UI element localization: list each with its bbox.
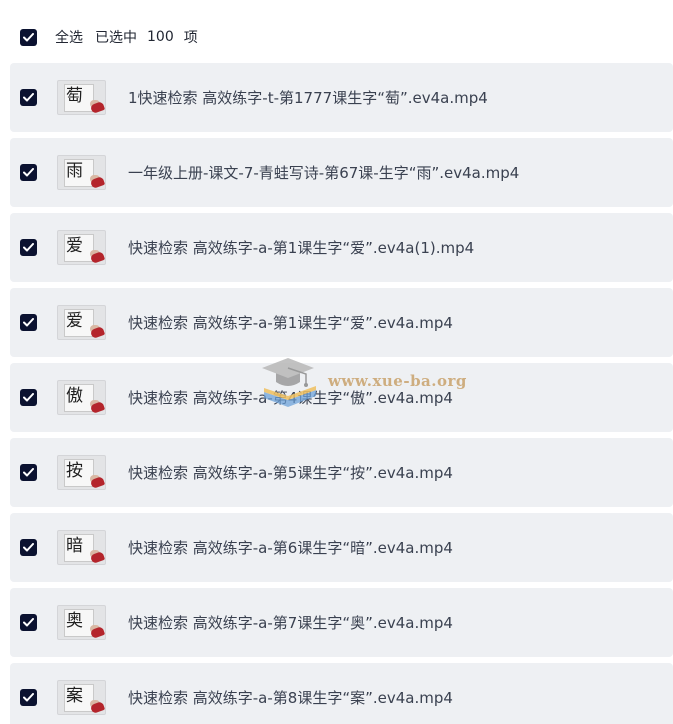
selected-prefix: 已选中 bbox=[95, 30, 137, 46]
file-checkbox[interactable] bbox=[20, 614, 37, 631]
file-checkbox[interactable] bbox=[20, 689, 37, 706]
checkmark-icon bbox=[23, 618, 34, 627]
checkmark-icon bbox=[23, 693, 34, 702]
video-thumbnail[interactable]: 雨 bbox=[57, 155, 106, 190]
file-row[interactable]: 爱 快速检索 高效练字-a-第1课生字“爱”.ev4a(1).mp4 bbox=[10, 213, 673, 282]
video-thumbnail[interactable]: 爱 bbox=[57, 305, 106, 340]
file-row[interactable]: 雨 一年级上册-课文-7-青蛙写诗-第67课-生字“雨”.ev4a.mp4 bbox=[10, 138, 673, 207]
select-all-checkbox[interactable] bbox=[20, 28, 37, 46]
video-thumbnail[interactable]: 暗 bbox=[57, 530, 106, 565]
selected-count: 100 bbox=[147, 29, 174, 45]
file-checkbox[interactable] bbox=[20, 89, 37, 106]
selected-suffix: 项 bbox=[183, 30, 198, 46]
file-row[interactable]: 爱 快速检索 高效练字-a-第1课生字“爱”.ev4a.mp4 bbox=[10, 288, 673, 357]
thumbnail-character: 爱 bbox=[66, 236, 83, 256]
checkmark-icon bbox=[23, 93, 34, 102]
file-name[interactable]: 1快速检索 高效练字-t-第1777课生字“萄”.ev4a.mp4 bbox=[128, 87, 488, 108]
thumbnail-character: 萄 bbox=[66, 86, 83, 106]
thumbnail-character: 爱 bbox=[66, 311, 83, 331]
file-row[interactable]: 按 快速检索 高效练字-a-第5课生字“按”.ev4a.mp4 bbox=[10, 438, 673, 507]
checkmark-icon bbox=[23, 393, 34, 402]
thumbnail-character: 傲 bbox=[66, 386, 83, 406]
file-checkbox[interactable] bbox=[20, 314, 37, 331]
file-name[interactable]: 快速检索 高效练字-a-第5课生字“按”.ev4a.mp4 bbox=[128, 462, 453, 483]
checkmark-icon bbox=[23, 543, 34, 552]
thumbnail-character: 暗 bbox=[66, 536, 83, 556]
video-thumbnail[interactable]: 奥 bbox=[57, 605, 106, 640]
file-name[interactable]: 快速检索 高效练字-a-第8课生字“案”.ev4a.mp4 bbox=[128, 687, 453, 708]
file-checkbox[interactable] bbox=[20, 389, 37, 406]
file-checkbox[interactable] bbox=[20, 539, 37, 556]
file-name[interactable]: 快速检索 高效练字-a-第4课生字“傲”.ev4a.mp4 bbox=[128, 387, 453, 408]
file-name[interactable]: 一年级上册-课文-7-青蛙写诗-第67课-生字“雨”.ev4a.mp4 bbox=[128, 162, 519, 183]
checkmark-icon bbox=[23, 243, 34, 252]
video-thumbnail[interactable]: 按 bbox=[57, 455, 106, 490]
file-row[interactable]: 奥 快速检索 高效练字-a-第7课生字“奥”.ev4a.mp4 bbox=[10, 588, 673, 657]
file-list: 萄 1快速检索 高效练字-t-第1777课生字“萄”.ev4a.mp4 雨 一年级上册… bbox=[10, 63, 673, 724]
thumbnail-character: 奥 bbox=[66, 611, 83, 631]
checkmark-icon bbox=[23, 318, 34, 327]
video-thumbnail[interactable]: 傲 bbox=[57, 380, 106, 415]
file-row[interactable]: 案 快速检索 高效练字-a-第8课生字“案”.ev4a.mp4 bbox=[10, 663, 673, 724]
checkmark-icon bbox=[23, 168, 34, 177]
file-row[interactable]: 萄 1快速检索 高效练字-t-第1777课生字“萄”.ev4a.mp4 bbox=[10, 63, 673, 132]
thumbnail-character: 按 bbox=[66, 461, 83, 481]
file-checkbox[interactable] bbox=[20, 464, 37, 481]
file-row[interactable]: 傲 快速检索 高效练字-a-第4课生字“傲”.ev4a.mp4 bbox=[10, 363, 673, 432]
file-selection-page: 全选 已选中 100 项 萄 1快速检索 高效练字-t-第1777课生字“萄”.e… bbox=[0, 0, 673, 724]
file-name[interactable]: 快速检索 高效练字-a-第7课生字“奥”.ev4a.mp4 bbox=[128, 612, 453, 633]
select-all-label[interactable]: 全选 bbox=[55, 27, 83, 47]
file-name[interactable]: 快速检索 高效练字-a-第1课生字“爱”.ev4a.mp4 bbox=[128, 312, 453, 333]
file-name[interactable]: 快速检索 高效练字-a-第6课生字“暗”.ev4a.mp4 bbox=[128, 537, 453, 558]
file-checkbox[interactable] bbox=[20, 239, 37, 256]
file-checkbox[interactable] bbox=[20, 164, 37, 181]
file-row[interactable]: 暗 快速检索 高效练字-a-第6课生字“暗”.ev4a.mp4 bbox=[10, 513, 673, 582]
video-thumbnail[interactable]: 爱 bbox=[57, 230, 106, 265]
video-thumbnail[interactable]: 萄 bbox=[57, 80, 106, 115]
select-all-bar: 全选 已选中 100 项 bbox=[20, 27, 198, 47]
thumbnail-character: 雨 bbox=[66, 161, 83, 181]
file-name[interactable]: 快速检索 高效练字-a-第1课生字“爱”.ev4a(1).mp4 bbox=[128, 237, 474, 258]
checkmark-icon bbox=[23, 468, 34, 477]
thumbnail-character: 案 bbox=[66, 686, 83, 706]
video-thumbnail[interactable]: 案 bbox=[57, 680, 106, 715]
checkmark-icon bbox=[23, 32, 34, 41]
